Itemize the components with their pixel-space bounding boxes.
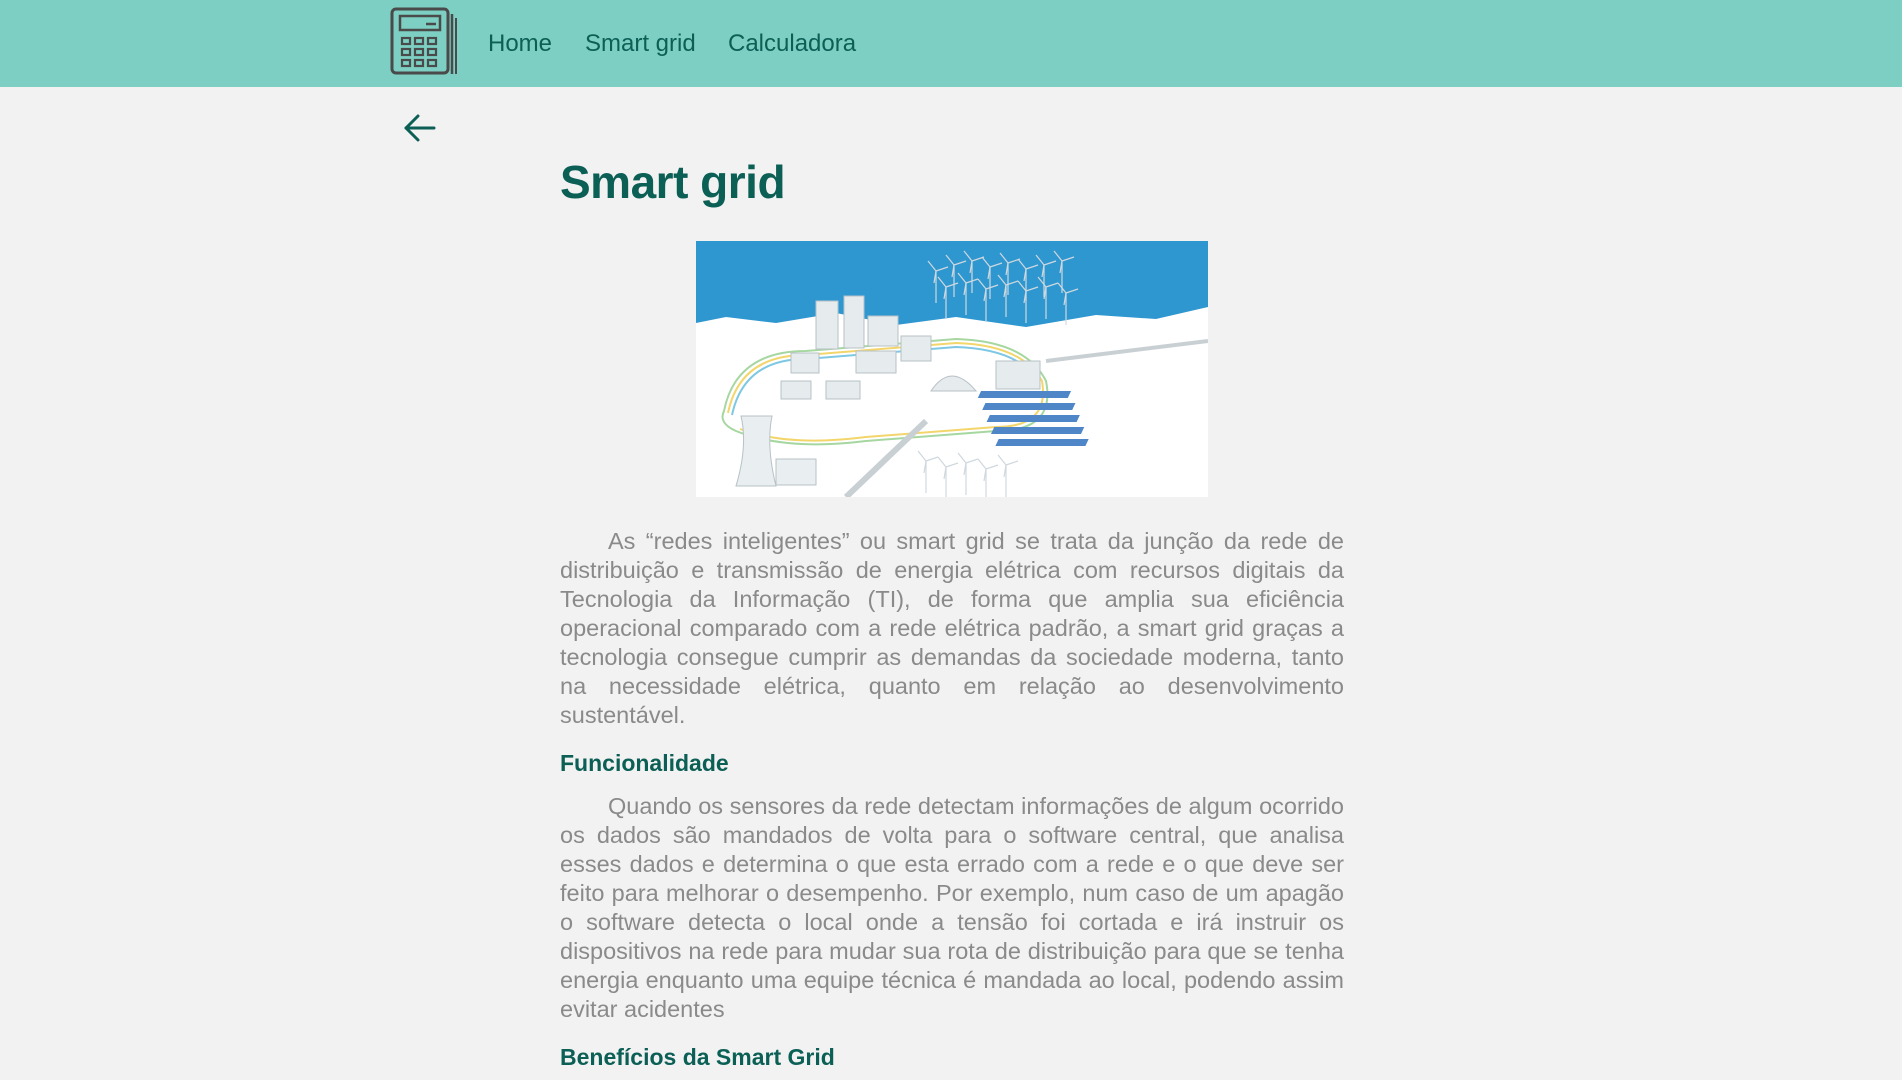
article: Smart grid As “redes inteligentes” ou sm… xyxy=(560,150,1344,1072)
funcionalidade-paragraph: Quando os sensores da rede detectam info… xyxy=(560,793,1344,1022)
section-heading-funcionalidade: Funcionalidade xyxy=(560,750,729,776)
arrow-left-icon[interactable] xyxy=(402,110,438,146)
section-heading-beneficios: Benefícios da Smart Grid xyxy=(560,1044,835,1070)
nav-link-calculadora[interactable]: Calculadora xyxy=(728,30,856,58)
nav-link-smart-grid[interactable]: Smart grid xyxy=(585,30,696,58)
page-title: Smart grid xyxy=(560,156,786,208)
nav-link-home[interactable]: Home xyxy=(488,30,552,58)
calculator-icon[interactable] xyxy=(390,6,458,76)
smart-grid-illustration xyxy=(696,241,1208,497)
navbar: Home Smart grid Calculadora xyxy=(0,0,1902,87)
intro-paragraph: As “redes inteligentes” ou smart grid se… xyxy=(560,528,1344,728)
